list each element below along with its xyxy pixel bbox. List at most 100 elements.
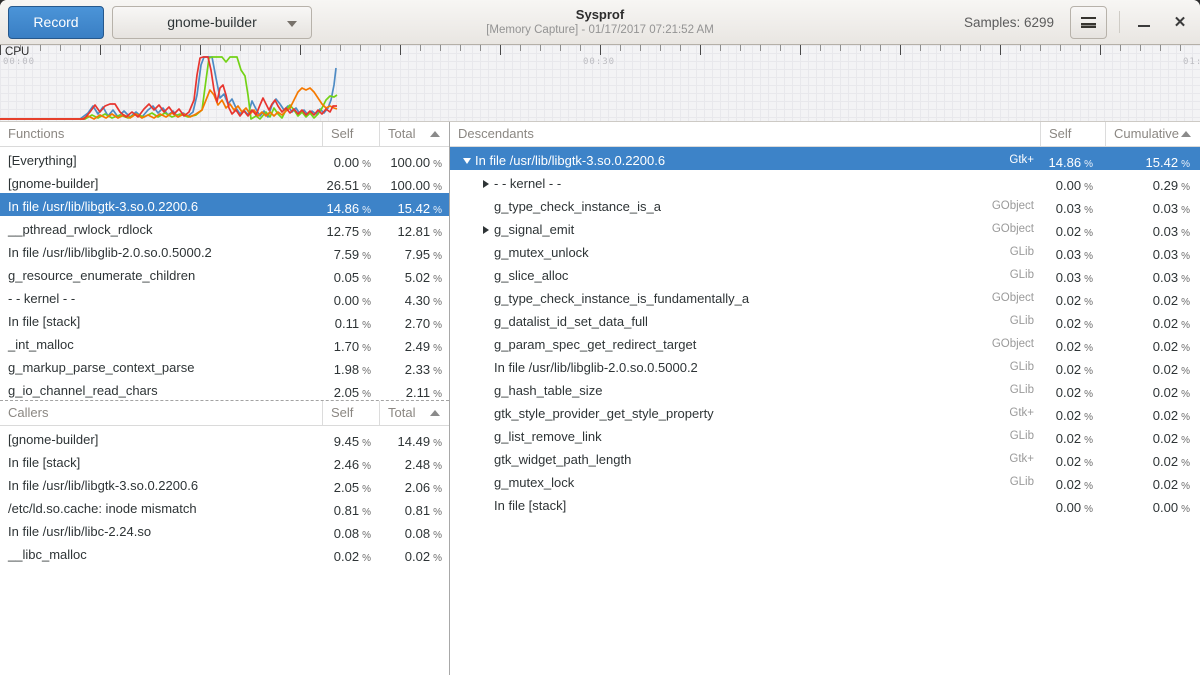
menu-button[interactable] bbox=[1070, 6, 1107, 39]
self-percent-value: 0.02% bbox=[322, 541, 379, 568]
function-name: [Everything] bbox=[8, 149, 77, 172]
table-row[interactable]: In file /usr/lib/libc-2.24.so0.08%0.08% bbox=[0, 518, 449, 541]
expander-right-icon[interactable] bbox=[477, 180, 494, 188]
table-row[interactable]: [Everything]0.00%100.00% bbox=[0, 147, 449, 170]
cpu-timeline-graph[interactable]: CPU 00:00 00:30 01:00 bbox=[0, 45, 1200, 122]
table-row[interactable]: [gnome-builder]26.51%100.00% bbox=[0, 170, 449, 193]
column-header-total[interactable]: Total bbox=[379, 122, 449, 146]
expander-right-icon[interactable] bbox=[477, 226, 494, 234]
function-name: - - kernel - - bbox=[8, 287, 75, 310]
samples-count: Samples: 6299 bbox=[964, 15, 1054, 30]
table-row[interactable]: g_datalist_id_set_data_fullGLib0.02%0.02… bbox=[450, 308, 1200, 331]
time-tick-start: 00:00 bbox=[3, 57, 35, 67]
table-row[interactable]: g_signal_emitGObject0.02%0.03% bbox=[450, 216, 1200, 239]
table-row[interactable]: - - kernel - -0.00%0.29% bbox=[450, 170, 1200, 193]
table-row[interactable]: gtk_style_provider_get_style_property Gtk… bbox=[450, 400, 1200, 423]
table-row[interactable]: g_hash_table_sizeGLib0.02%0.02% bbox=[450, 377, 1200, 400]
category-badge: GLib bbox=[1010, 241, 1040, 264]
process-dropdown[interactable]: gnome-builder bbox=[112, 6, 312, 39]
function-name: In file [stack] bbox=[494, 494, 566, 517]
category-badge: Gtk+ bbox=[1009, 402, 1040, 425]
self-percent-value: 0.00% bbox=[1040, 492, 1105, 519]
function-name: g_slice_alloc bbox=[494, 264, 568, 287]
function-name: In file /usr/lib/libgtk-3.so.0.2200.6 bbox=[8, 195, 198, 218]
table-row[interactable]: g_slice_allocGLib0.03%0.03% bbox=[450, 262, 1200, 285]
minimize-button[interactable] bbox=[1130, 8, 1158, 36]
table-row[interactable]: g_list_remove_linkGLib0.02%0.02% bbox=[450, 423, 1200, 446]
function-name: [gnome-builder] bbox=[8, 172, 98, 195]
minimize-icon bbox=[1138, 25, 1150, 28]
expander-down-icon[interactable] bbox=[458, 158, 475, 164]
table-row[interactable]: - - kernel - -0.00%4.30% bbox=[0, 285, 449, 308]
table-row[interactable]: g_type_check_instance_is_aGObject0.03%0.… bbox=[450, 193, 1200, 216]
table-row[interactable]: In file /usr/lib/libgtk-3.so.0.2200.6Gtk… bbox=[450, 147, 1200, 170]
column-header-callers[interactable]: Callers bbox=[0, 401, 322, 425]
table-row[interactable]: g_param_spec_get_redirect_targetGObject0… bbox=[450, 331, 1200, 354]
functions-rows: [Everything]0.00%100.00%[gnome-builder]2… bbox=[0, 147, 449, 400]
table-row[interactable]: __pthread_rwlock_rdlock12.75%12.81% bbox=[0, 216, 449, 239]
function-name: In file [stack] bbox=[8, 310, 80, 333]
category-badge: Gtk+ bbox=[1009, 448, 1040, 471]
table-row[interactable]: g_io_channel_read_chars2.05%2.11% bbox=[0, 377, 449, 400]
column-header-self[interactable]: Self bbox=[1040, 122, 1105, 146]
function-name: g_type_check_instance_is_a bbox=[494, 195, 661, 218]
column-header-descendants[interactable]: Descendants bbox=[450, 122, 1040, 146]
sort-ascending-icon bbox=[430, 131, 440, 137]
column-header-self[interactable]: Self bbox=[322, 122, 379, 146]
callers-table-header: Callers Self Total bbox=[0, 401, 449, 426]
close-button[interactable]: ✕ bbox=[1166, 8, 1194, 36]
table-row[interactable]: [gnome-builder]9.45%14.49% bbox=[0, 426, 449, 449]
table-row[interactable]: In file /usr/lib/libgtk-3.so.0.2200.614.… bbox=[0, 193, 449, 216]
category-badge: Gtk+ bbox=[1009, 149, 1040, 172]
total-percent-value: 2.11% bbox=[379, 377, 449, 404]
function-name: __pthread_rwlock_rdlock bbox=[8, 218, 153, 241]
table-row[interactable]: gtk_widget_path_lengthGtk+0.02%0.02% bbox=[450, 446, 1200, 469]
sort-ascending-icon bbox=[1181, 131, 1191, 137]
table-row[interactable]: g_mutex_unlockGLib0.03%0.03% bbox=[450, 239, 1200, 262]
function-name: gtk_style_provider_get_style_property bbox=[494, 402, 714, 425]
function-name: In file [stack] bbox=[8, 451, 80, 474]
function-name: gtk_widget_path_length bbox=[494, 448, 631, 471]
capture-subtitle: [Memory Capture] - 01/17/2017 07:21:52 A… bbox=[486, 23, 714, 37]
table-row[interactable]: In file /usr/lib/libglib-2.0.so.0.5000.2… bbox=[0, 239, 449, 262]
function-name: In file /usr/lib/libglib-2.0.so.0.5000.2 bbox=[494, 356, 698, 379]
table-row[interactable]: g_type_check_instance_is_fundamentally_a… bbox=[450, 285, 1200, 308]
total-percent-value: 0.00% bbox=[1105, 492, 1200, 519]
descendants-rows: In file /usr/lib/libgtk-3.so.0.2200.6Gtk… bbox=[450, 147, 1200, 515]
column-header-self[interactable]: Self bbox=[322, 401, 379, 425]
category-badge: GLib bbox=[1010, 471, 1040, 494]
function-name-cell: g_io_channel_read_chars bbox=[0, 377, 322, 404]
table-row[interactable]: /etc/ld.so.cache: inode mismatch0.81%0.8… bbox=[0, 495, 449, 518]
table-row[interactable]: In file [stack]0.00%0.00% bbox=[450, 492, 1200, 515]
table-row[interactable]: In file /usr/lib/libglib-2.0.so.0.5000.2… bbox=[450, 354, 1200, 377]
category-badge: GObject bbox=[992, 287, 1040, 310]
column-header-total[interactable]: Total bbox=[379, 401, 449, 425]
column-header-functions[interactable]: Functions bbox=[0, 122, 322, 146]
category-badge: GLib bbox=[1010, 379, 1040, 402]
function-name: g_mutex_lock bbox=[494, 471, 574, 494]
table-row[interactable]: In file [stack]2.46%2.48% bbox=[0, 449, 449, 472]
functions-table-header: Functions Self Total bbox=[0, 122, 449, 147]
descendants-table: Descendants Self Cumulative In file /usr… bbox=[450, 122, 1200, 515]
table-row[interactable]: _int_malloc1.70%2.49% bbox=[0, 331, 449, 354]
function-name: [gnome-builder] bbox=[8, 428, 98, 451]
function-name: g_type_check_instance_is_fundamentally_a bbox=[494, 287, 749, 310]
column-header-cumulative[interactable]: Cumulative bbox=[1105, 122, 1200, 146]
table-row[interactable]: __libc_malloc0.02%0.02% bbox=[0, 541, 449, 564]
table-row[interactable]: In file /usr/lib/libgtk-3.so.0.2200.62.0… bbox=[0, 472, 449, 495]
function-name: g_signal_emit bbox=[494, 218, 574, 241]
function-name: g_mutex_unlock bbox=[494, 241, 589, 264]
function-name: g_param_spec_get_redirect_target bbox=[494, 333, 696, 356]
close-icon: ✕ bbox=[1174, 15, 1187, 30]
time-tick-mid: 00:30 bbox=[583, 57, 615, 67]
function-name: g_resource_enumerate_children bbox=[8, 264, 195, 287]
left-pane: Functions Self Total [Everything]0.00%10… bbox=[0, 122, 450, 675]
functions-table: Functions Self Total [Everything]0.00%10… bbox=[0, 122, 449, 401]
table-row[interactable]: g_mutex_lockGLib0.02%0.02% bbox=[450, 469, 1200, 492]
record-button[interactable]: Record bbox=[8, 6, 104, 39]
function-name: g_datalist_id_set_data_full bbox=[494, 310, 648, 333]
table-row[interactable]: g_resource_enumerate_children0.05%5.02% bbox=[0, 262, 449, 285]
table-row[interactable]: g_markup_parse_context_parse1.98%2.33% bbox=[0, 354, 449, 377]
table-row[interactable]: In file [stack]0.11%2.70% bbox=[0, 308, 449, 331]
callers-rows: [gnome-builder]9.45%14.49%In file [stack… bbox=[0, 426, 449, 564]
